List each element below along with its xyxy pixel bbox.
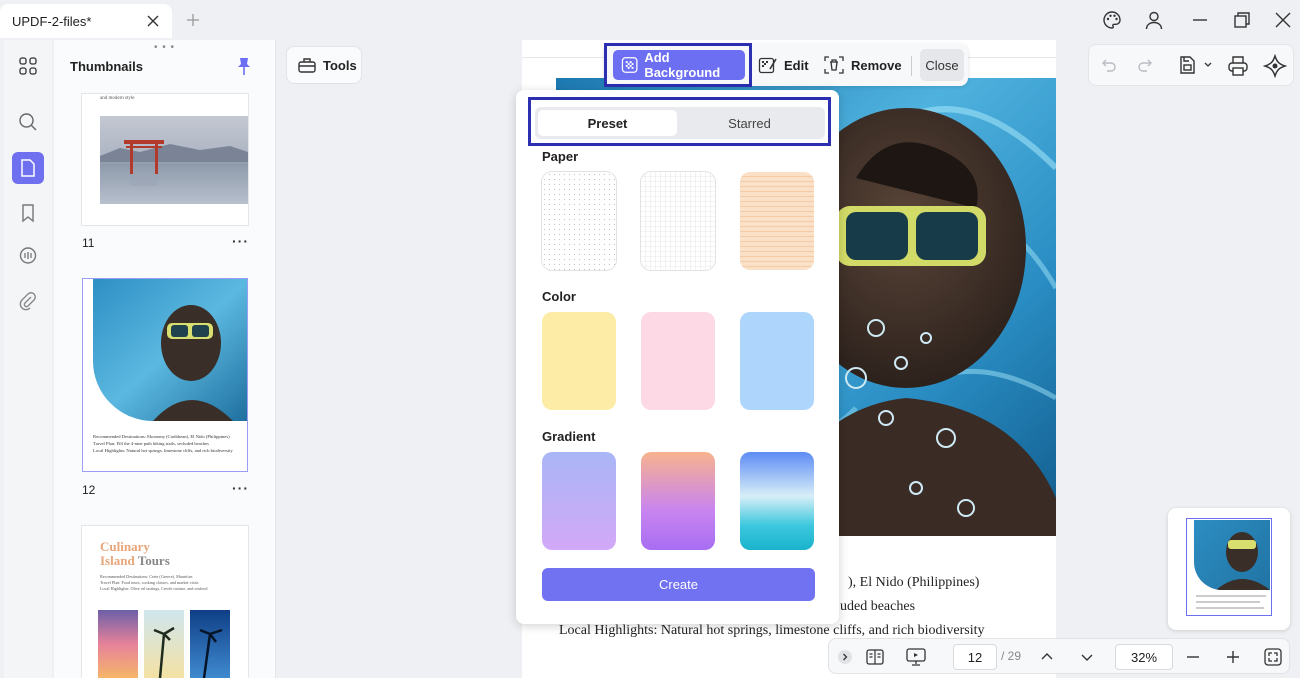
current-page-input[interactable]: 12: [953, 644, 997, 670]
document-text-line: Local Highlights: Natural hot springs, l…: [559, 623, 985, 638]
edit-background-button[interactable]: Edit: [758, 55, 809, 75]
color-yellow-swatch[interactable]: [542, 312, 616, 410]
island-photo-strip: [98, 610, 230, 678]
page-number-label: 11: [82, 236, 95, 250]
rail-search-button[interactable]: [12, 106, 44, 138]
save-icon[interactable]: [1177, 55, 1197, 75]
thumbnail-heading: Culinary: [100, 539, 150, 554]
gradient-sunset-swatch[interactable]: [641, 452, 715, 550]
print-icon[interactable]: [1227, 55, 1249, 77]
page-layout-icon[interactable]: [865, 647, 885, 667]
minimap-page-preview: [1186, 518, 1272, 616]
search-icon: [19, 113, 37, 131]
remove-background-button[interactable]: Remove: [823, 55, 902, 75]
paper-dot-grid-swatch[interactable]: [542, 172, 616, 270]
paperclip-icon: [19, 292, 36, 311]
theme-palette-icon[interactable]: [1102, 10, 1122, 30]
grid-icon: [19, 57, 37, 75]
panel-drag-handle[interactable]: • • •: [154, 42, 175, 53]
thumbnail-page-13[interactable]: Culinary Island Tours Recommended Destin…: [82, 526, 248, 678]
total-pages-label: / 29: [1001, 649, 1022, 663]
thumbnail-text-line: Recommended Destinations: Ekonomy (Carib…: [93, 434, 230, 439]
color-pink-swatch[interactable]: [641, 312, 715, 410]
section-label-gradient: Gradient: [542, 429, 596, 444]
chevron-down-icon[interactable]: [1203, 61, 1213, 69]
thumbnail-text-line: Local Highlights: Olive oil tastings, Cr…: [100, 586, 208, 591]
thumbnail-page-12[interactable]: Recommended Destinations: Ekonomy (Carib…: [82, 278, 248, 472]
presentation-icon[interactable]: [905, 646, 927, 668]
page-icon: [21, 159, 35, 177]
highlight-outline: [604, 43, 752, 87]
rail-apps-button[interactable]: [12, 50, 44, 82]
page-minimap[interactable]: [1168, 508, 1290, 630]
gradient-lavender-swatch[interactable]: [542, 452, 616, 550]
page-number-label: 12: [82, 483, 96, 497]
tools-button[interactable]: Tools: [286, 46, 362, 84]
tab-title: UPDF-2-files*: [12, 13, 92, 29]
zoom-out-icon[interactable]: [1185, 649, 1201, 665]
edit-pencil-icon: [758, 57, 777, 74]
right-toolbar: [1088, 44, 1294, 86]
close-tab-icon[interactable]: [146, 14, 160, 28]
panel-title: Thumbnails: [70, 59, 143, 74]
toolbox-icon: [298, 58, 316, 73]
undo-icon[interactable]: [1101, 57, 1117, 73]
previous-page-icon[interactable]: [1039, 649, 1055, 665]
diver-photo-thumbnail: [93, 279, 247, 421]
thumbnail-heading: Island: [100, 553, 135, 568]
document-text-line: ), El Nido (Philippines): [848, 575, 980, 590]
document-tab[interactable]: UPDF-2-files*: [0, 4, 172, 38]
page-navigation-bar: 12 / 29 32%: [828, 638, 1290, 674]
zoom-level-field[interactable]: 32%: [1115, 644, 1173, 670]
redo-icon[interactable]: [1137, 57, 1153, 73]
fit-page-icon[interactable]: [1263, 647, 1283, 667]
toolbar-divider: [911, 56, 912, 76]
left-tool-rail: [4, 40, 52, 678]
paper-grid-swatch[interactable]: [641, 172, 715, 270]
thumbnail-text-line: Local Highlights: Natural hot springs, l…: [93, 448, 233, 453]
thumbnails-panel: • • • Thumbnails and modern style 11 ···: [54, 40, 276, 678]
edit-label: Edit: [784, 57, 809, 73]
remove-label: Remove: [851, 57, 902, 73]
thumbnail-text-line: Travel Plan: Fill the 4-nine path hiking…: [93, 441, 209, 446]
zoom-in-icon[interactable]: [1225, 649, 1241, 665]
paper-lined-swatch[interactable]: [740, 172, 814, 270]
color-blue-swatch[interactable]: [740, 312, 814, 410]
page-more-menu[interactable]: ···: [232, 233, 249, 249]
comment-icon: [19, 247, 37, 264]
thumbnail-heading: Tours: [137, 553, 170, 568]
ai-assistant-icon[interactable]: [1263, 54, 1287, 78]
create-background-button[interactable]: Create: [542, 568, 815, 601]
restore-window-icon[interactable]: [1232, 10, 1252, 30]
highlight-outline: [528, 97, 831, 146]
rail-comments-button[interactable]: [12, 240, 44, 272]
next-page-icon[interactable]: [1079, 649, 1095, 665]
new-tab-icon[interactable]: [186, 13, 200, 27]
page-more-menu[interactable]: ···: [232, 480, 249, 496]
section-label-color: Color: [542, 289, 576, 304]
minimize-icon[interactable]: [1190, 10, 1210, 30]
tools-label: Tools: [323, 57, 357, 73]
expand-arrow-icon[interactable]: [837, 649, 853, 665]
close-window-icon[interactable]: [1273, 10, 1293, 30]
torii-gate-photo: [100, 116, 248, 204]
section-label-paper: Paper: [542, 149, 579, 164]
rail-bookmarks-button[interactable]: [12, 197, 44, 229]
thumbnail-page-11[interactable]: and modern style: [82, 94, 248, 225]
remove-background-icon: [824, 56, 844, 74]
pin-icon[interactable]: [236, 56, 252, 76]
document-text-line: uded beaches: [840, 599, 916, 614]
thumbnail-caption: and modern style: [100, 96, 135, 101]
rail-thumbnails-button[interactable]: [12, 152, 44, 184]
bookmark-icon: [22, 204, 34, 223]
user-account-icon[interactable]: [1144, 10, 1164, 30]
rail-attachments-button[interactable]: [12, 285, 44, 317]
close-background-button[interactable]: Close: [920, 49, 964, 81]
gradient-ocean-swatch[interactable]: [740, 452, 814, 550]
